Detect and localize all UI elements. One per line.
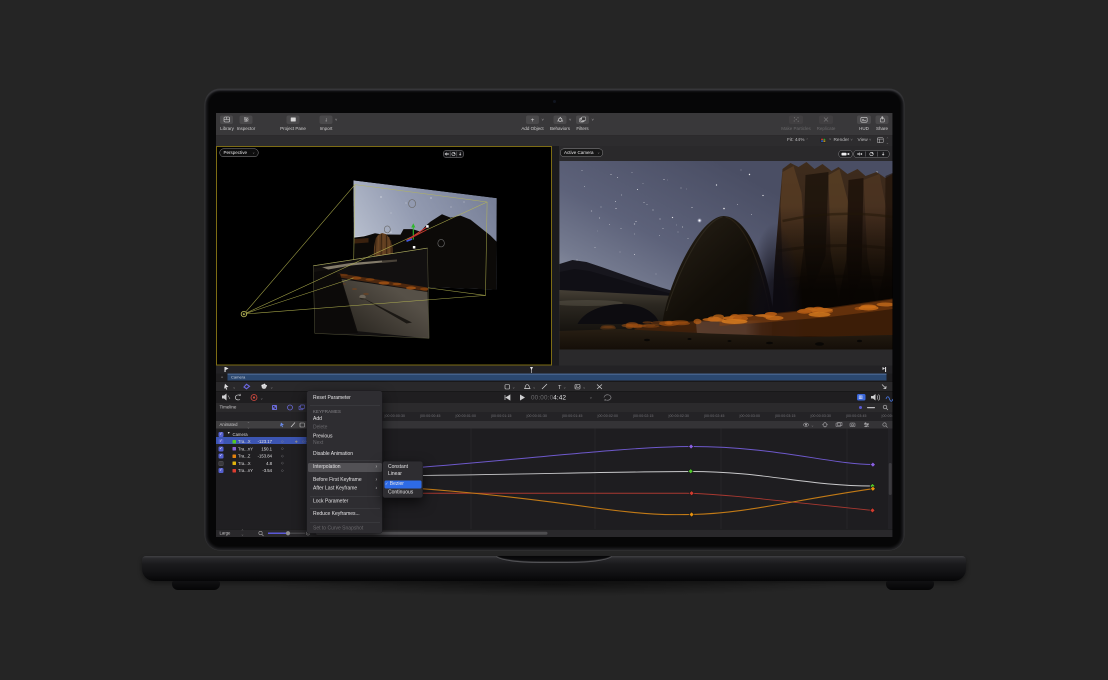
- svg-text:⌄: ⌄: [512, 385, 515, 390]
- svg-text:⌄: ⌄: [232, 385, 235, 390]
- svg-text:⌄: ⌄: [582, 385, 585, 390]
- svg-text:⌄: ⌄: [260, 396, 263, 401]
- svg-text:⌄: ⌄: [811, 424, 814, 428]
- svg-text:⌄: ⌄: [270, 385, 273, 390]
- svg-text:⌄: ⌄: [563, 385, 566, 390]
- svg-text:⌄: ⌄: [532, 385, 535, 390]
